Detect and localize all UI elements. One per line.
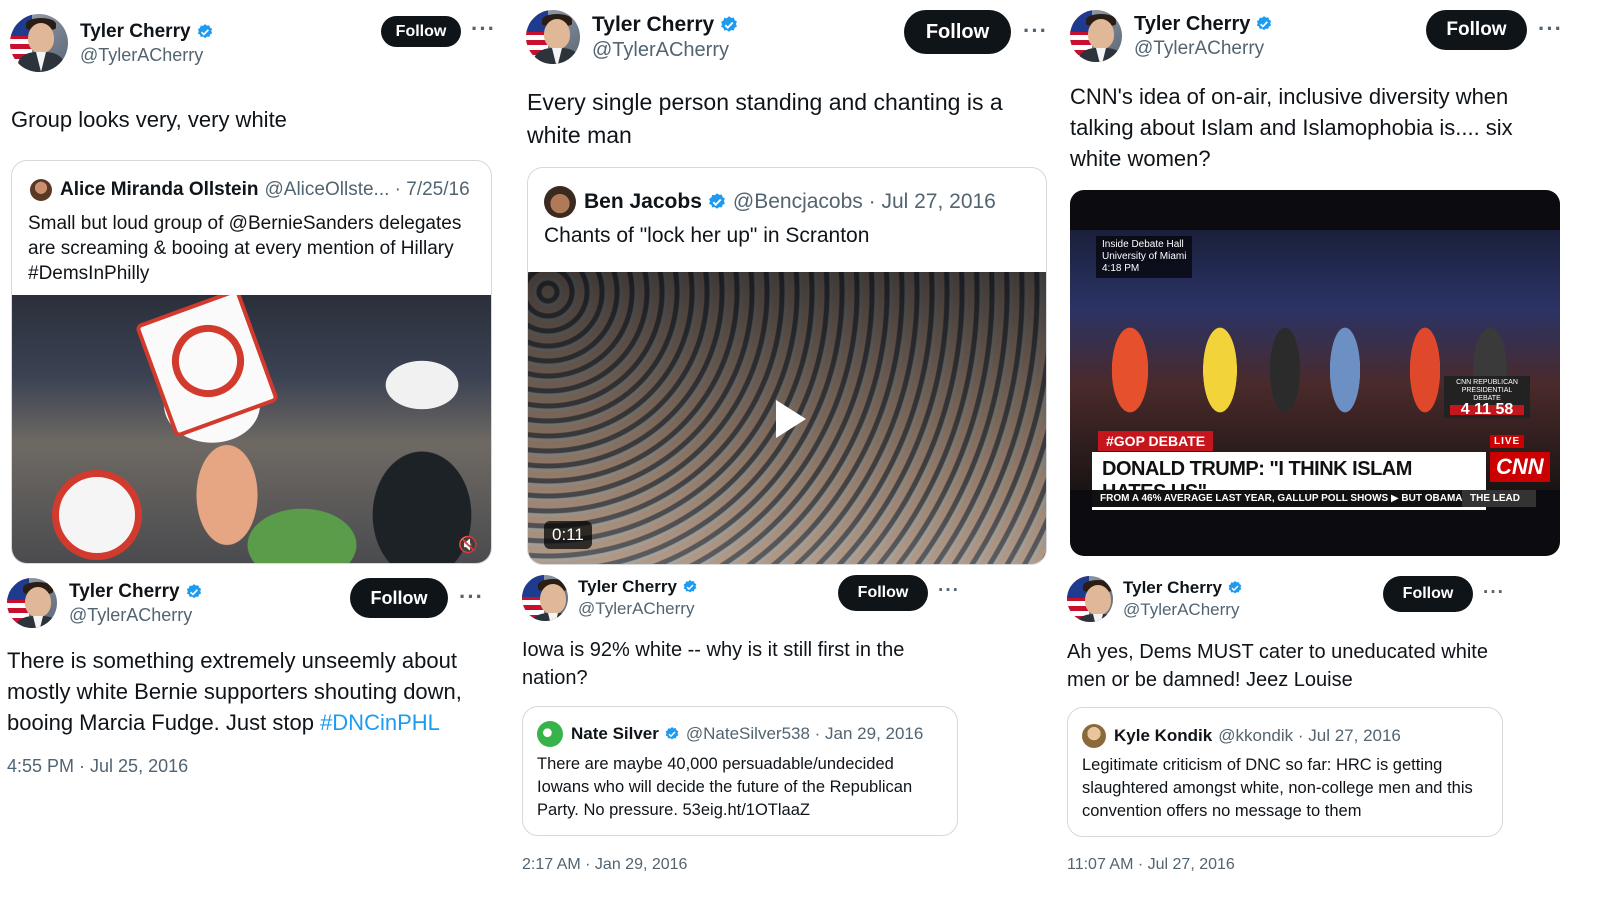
tweet5-header: Tyler Cherry @TylerACherry xyxy=(522,575,698,621)
quote-display-name[interactable]: Kyle Kondik xyxy=(1114,726,1212,746)
handle[interactable]: @TylerACherry xyxy=(592,39,739,62)
location-line1: Inside Debate Hall xyxy=(1102,239,1184,250)
verified-badge-icon xyxy=(708,193,725,209)
display-name[interactable]: Tyler Cherry xyxy=(69,581,180,603)
quote-tweet[interactable]: Alice Miranda Ollstein @AliceOllste... ·… xyxy=(11,160,492,564)
cnn-logo: CNN xyxy=(1490,452,1550,482)
tweet-text: CNN's idea of on-air, inclusive diversit… xyxy=(1070,84,1513,171)
hashtag-link[interactable]: #DNCinPHL xyxy=(320,710,440,735)
verified-badge-icon xyxy=(665,727,679,740)
more-horizontal-icon[interactable]: ··· xyxy=(1538,16,1563,42)
location-tag: Inside Debate Hall University of Miami 4… xyxy=(1096,236,1193,278)
tweet-text: Group looks very, very white xyxy=(11,107,287,132)
quote-handle[interactable]: @AliceOllste... · 7/25/16 xyxy=(265,179,470,201)
tweet-timestamp[interactable]: 11:07 AM · Jul 27, 2016 xyxy=(1067,856,1235,874)
tweet-video-thumbnail[interactable]: Inside Debate Hall University of Miami 4… xyxy=(1070,190,1560,556)
clock-label: CNN REPUBLICAN PRESIDENTIAL DEBATE xyxy=(1456,379,1518,402)
quote-text: Small but loud group of @BernieSanders d… xyxy=(28,213,462,284)
handle[interactable]: @TylerACherry xyxy=(1134,38,1273,60)
quote-handle[interactable]: @kkondik · Jul 27, 2016 xyxy=(1218,726,1401,746)
no-symbol-icon xyxy=(52,470,142,560)
more-horizontal-icon[interactable]: ··· xyxy=(471,16,496,42)
handle[interactable]: @TylerACherry xyxy=(80,45,214,66)
quote-video-thumbnail[interactable]: 0:11 xyxy=(528,272,1046,564)
tweet-text: Iowa is 92% white -- why is it still fir… xyxy=(522,639,905,689)
avatar[interactable] xyxy=(526,10,580,64)
display-name[interactable]: Tyler Cherry xyxy=(1134,13,1250,36)
display-name[interactable]: Tyler Cherry xyxy=(80,21,191,43)
verified-badge-icon xyxy=(683,580,697,593)
quote-video-thumbnail[interactable]: 🔇 xyxy=(12,295,491,563)
follow-button[interactable]: Follow xyxy=(1383,576,1473,612)
quote-avatar[interactable] xyxy=(30,179,52,201)
quote-display-name[interactable]: Alice Miranda Ollstein xyxy=(60,179,259,201)
follow-button[interactable]: Follow xyxy=(350,578,448,618)
display-name[interactable]: Tyler Cherry xyxy=(1123,578,1222,598)
display-name[interactable]: Tyler Cherry xyxy=(578,577,677,597)
local-time: 4:18 PM xyxy=(1102,263,1140,274)
avatar[interactable] xyxy=(7,578,57,628)
location-line2: University of Miami xyxy=(1102,251,1187,262)
follow-button[interactable]: Follow xyxy=(1426,10,1527,50)
handle[interactable]: @TylerACherry xyxy=(1123,600,1243,620)
tweet2-header: Tyler Cherry @TylerACherry xyxy=(526,10,739,64)
verified-badge-icon xyxy=(1228,581,1242,594)
avatar[interactable] xyxy=(10,14,68,72)
avatar[interactable] xyxy=(522,575,568,621)
live-tag: LIVE xyxy=(1490,435,1525,448)
display-name[interactable]: Tyler Cherry xyxy=(592,13,714,37)
quote-text: There are maybe 40,000 persuadable/undec… xyxy=(537,755,913,819)
verified-badge-icon xyxy=(721,15,738,32)
verified-badge-icon xyxy=(186,583,201,598)
tweet-text: Ah yes, Dems MUST cater to uneducated wh… xyxy=(1067,641,1488,691)
follow-button[interactable]: Follow xyxy=(838,575,928,611)
tweet-text: There is something extremely unseemly ab… xyxy=(7,645,497,738)
quote-text: Legitimate criticism of DNC so far: HRC … xyxy=(1082,756,1473,820)
quote-handle[interactable]: @NateSilver538 · Jan 29, 2016 xyxy=(686,724,923,744)
tweet-timestamp[interactable]: 2:17 AM · Jan 29, 2016 xyxy=(522,856,687,874)
verified-badge-icon xyxy=(197,23,212,38)
quote-display-name[interactable]: Ben Jacobs xyxy=(584,190,702,214)
mute-icon[interactable]: 🔇 xyxy=(458,535,478,555)
quote-tweet[interactable]: Nate Silver @NateSilver538 · Jan 29, 201… xyxy=(522,706,958,836)
clock-digits: 4 11 58 xyxy=(1450,402,1524,418)
tweet-timestamp[interactable]: 4:55 PM · Jul 25, 2016 xyxy=(7,756,188,777)
tweet6-header: Tyler Cherry @TylerACherry xyxy=(1067,576,1243,622)
handle[interactable]: @TylerACherry xyxy=(69,605,203,626)
tweet-text: Every single person standing and chantin… xyxy=(527,89,1003,148)
verified-badge-icon xyxy=(1257,16,1272,31)
news-ticker: FROM A 46% AVERAGE LAST YEAR, GALLUP POL… xyxy=(1092,490,1462,507)
tweet4-header: Tyler Cherry @TylerACherry xyxy=(7,578,203,628)
quote-tweet[interactable]: Kyle Kondik @kkondik · Jul 27, 2016 Legi… xyxy=(1067,707,1503,837)
quote-tweet[interactable]: Ben Jacobs @Bencjacobs · Jul 27, 2016 Ch… xyxy=(527,167,1047,565)
follow-button[interactable]: Follow xyxy=(904,10,1011,54)
show-name: THE LEAD xyxy=(1462,490,1536,507)
quote-avatar[interactable] xyxy=(1082,724,1106,748)
more-horizontal-icon[interactable]: ··· xyxy=(1483,582,1505,604)
quote-handle[interactable]: @Bencjacobs · Jul 27, 2016 xyxy=(733,190,996,214)
handle[interactable]: @TylerACherry xyxy=(578,599,698,619)
tweet1-header: Tyler Cherry @TylerACherry xyxy=(10,14,214,72)
debate-clock: CNN REPUBLICAN PRESIDENTIAL DEBATE 4 11 … xyxy=(1444,376,1530,418)
video-duration: 0:11 xyxy=(544,521,592,549)
avatar[interactable] xyxy=(1070,10,1122,62)
quote-avatar[interactable] xyxy=(537,721,563,747)
more-horizontal-icon[interactable]: ··· xyxy=(1023,18,1048,44)
quote-display-name[interactable]: Nate Silver xyxy=(571,724,659,744)
tweet3-header: Tyler Cherry @TylerACherry xyxy=(1070,10,1273,62)
follow-button[interactable]: Follow xyxy=(381,16,461,47)
chyron-tag: #GOP DEBATE xyxy=(1098,431,1214,451)
quote-text: Chants of "lock her up" in Scranton xyxy=(544,224,870,247)
quote-avatar[interactable] xyxy=(544,186,576,218)
play-icon[interactable] xyxy=(776,400,806,438)
more-horizontal-icon[interactable]: ··· xyxy=(459,584,484,610)
more-horizontal-icon[interactable]: ··· xyxy=(938,580,960,602)
avatar[interactable] xyxy=(1067,576,1113,622)
